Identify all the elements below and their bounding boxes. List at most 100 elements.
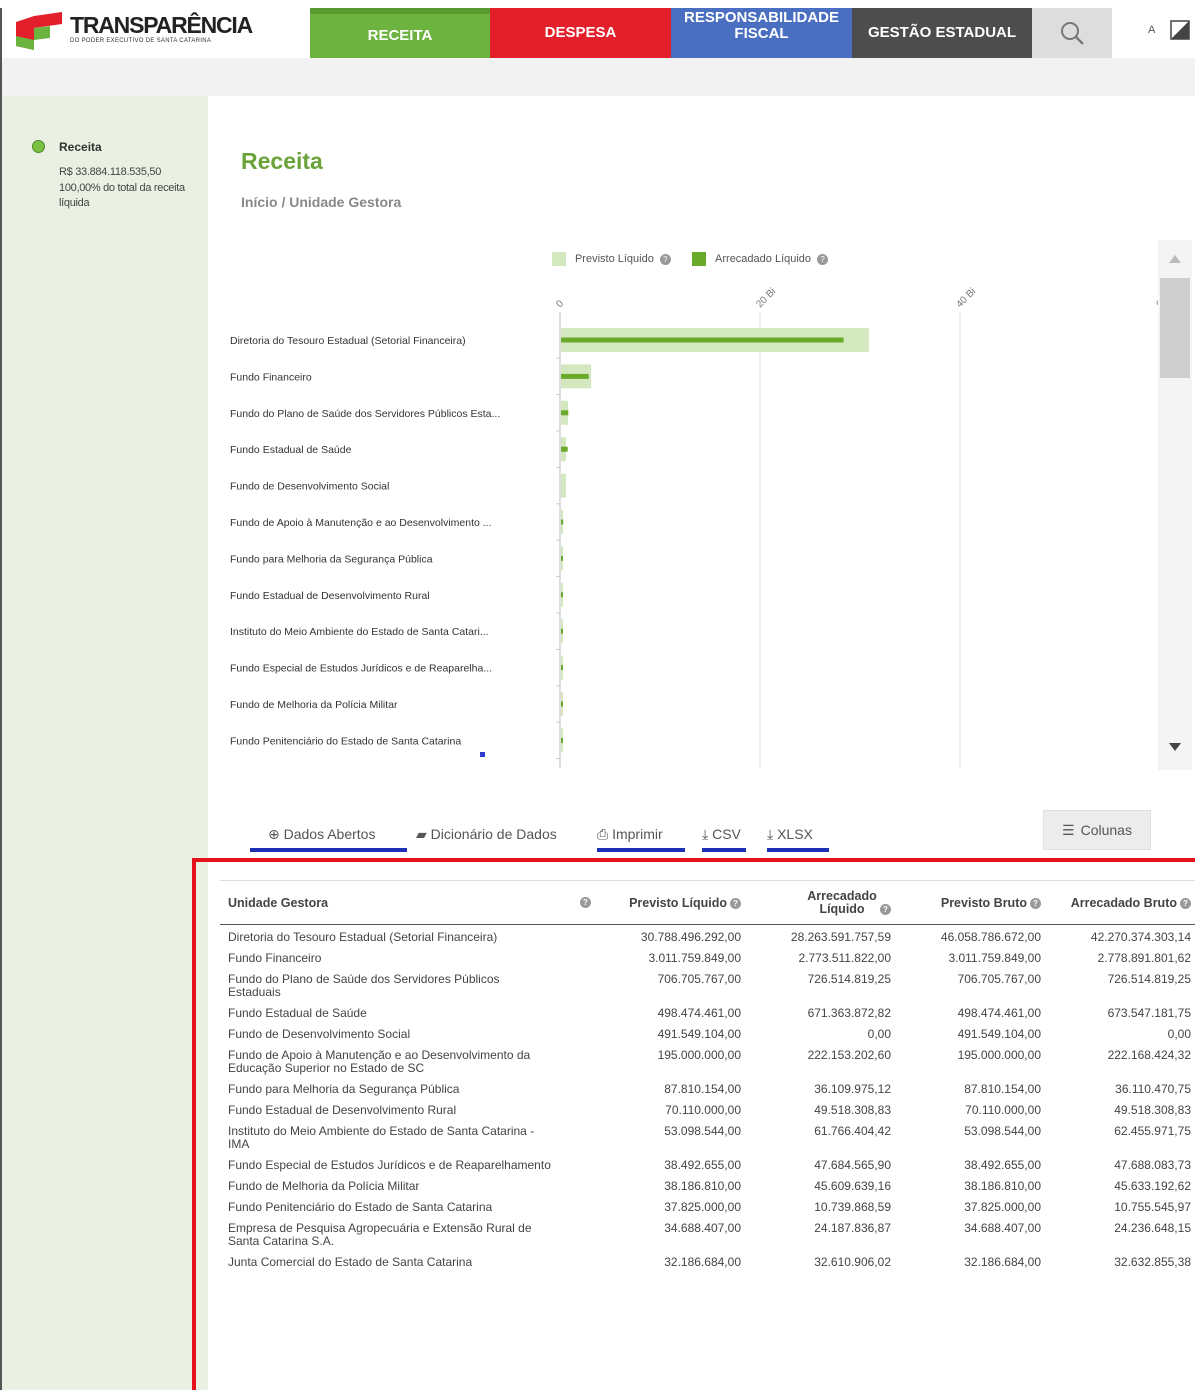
chart-scroll-thumb[interactable] [1160, 278, 1190, 378]
table-row[interactable]: Fundo Penitenciário do Estado de Santa C… [220, 1195, 1195, 1216]
nav-responsabilidade-fiscal[interactable]: RESPONSABILIDADE FISCAL [671, 8, 852, 58]
help-icon[interactable]: ? [1180, 897, 1191, 909]
category-label: Fundo Penitenciário do Estado de Santa C… [230, 735, 461, 747]
bar-previsto-liquido [561, 473, 566, 498]
cell-previsto-bruto: 34.688.407,00 [964, 1221, 1041, 1235]
category-label: Fundo de Desenvolvimento Social [230, 481, 389, 493]
nav-despesa[interactable]: DESPESA [490, 8, 671, 58]
dados-abertos-link[interactable]: ⊕ Dados Abertos [250, 822, 407, 852]
breadcrumb-current: Unidade Gestora [289, 194, 402, 210]
cell-arrecadado-bruto: 42.270.374.303,14 [1090, 930, 1191, 944]
category-label: Fundo de Apoio à Manutenção e ao Desenvo… [230, 517, 492, 529]
cell-previsto-liquido: 32.186.684,00 [664, 1255, 741, 1269]
book-icon: ▰ [416, 826, 427, 842]
cell-arrecadado-bruto: 0,00 [1167, 1027, 1191, 1041]
x-tick-label: 40 Bi [954, 286, 978, 310]
cell-unidade: Fundo de Apoio à Manutenção e ao Desenvo… [228, 1048, 531, 1075]
search-button[interactable] [1032, 8, 1112, 58]
bar-arrecadado-liquido [561, 628, 563, 634]
header-previsto-bruto[interactable]: Previsto Bruto? [895, 880, 1045, 925]
table-row[interactable]: Fundo do Plano de Saúde dos Servidores P… [220, 967, 1195, 1001]
header-previsto-liquido[interactable]: Previsto Líquido? [595, 880, 745, 925]
logo-title: TRANSPARÊNCIA [70, 12, 253, 38]
nav-receita[interactable]: RECEITA [310, 8, 490, 58]
logo-subtitle: DO PODER EXECUTIVO DE SANTA CATARINA [70, 38, 212, 44]
header-arrecadado-bruto[interactable]: Arrecadado Bruto? [1045, 880, 1195, 925]
table-row[interactable]: Junta Comercial do Estado de Santa Catar… [220, 1250, 1195, 1271]
scroll-down-icon[interactable] [1168, 742, 1182, 752]
colunas-button[interactable]: ☰ Colunas [1043, 810, 1151, 850]
table-row[interactable]: Diretoria do Tesouro Estadual (Setorial … [220, 925, 1195, 947]
receita-status-dot-icon[interactable] [32, 140, 45, 153]
sidebar-title[interactable]: Receita [59, 140, 102, 154]
category-label: Fundo para Melhoria da Segurança Pública [230, 553, 433, 565]
cell-previsto-bruto: 195.000.000,00 [957, 1048, 1041, 1062]
cell-arrecadado-bruto: 673.547.181,75 [1107, 1006, 1191, 1020]
cell-previsto-bruto: 706.705.767,00 [957, 972, 1041, 986]
table-row[interactable]: Fundo de Melhoria da Polícia Militar 38.1… [220, 1174, 1195, 1195]
header-arrecadado-liquido[interactable]: Arrecadado Líquido? [745, 880, 895, 925]
cell-arrecadado-liquido: 2.773.511.822,00 [798, 951, 891, 965]
list-icon: ☰ [1062, 821, 1075, 838]
help-icon[interactable]: ? [880, 903, 891, 915]
help-icon[interactable]: ? [580, 896, 591, 908]
site-logo[interactable]: TRANSPARÊNCIA DO PODER EXECUTIVO DE SANT… [12, 12, 302, 52]
tab-underline [767, 848, 829, 852]
page-title: Receita [241, 148, 323, 174]
csv-link[interactable]: ⤓ CSV [702, 822, 746, 852]
imprimir-link[interactable]: ⎙ Imprimir [597, 822, 685, 852]
category-label: Fundo do Plano de Saúde dos Servidores P… [230, 408, 500, 420]
table-row[interactable]: Fundo Financeiro 3.011.759.849,00 2.773.51… [220, 946, 1195, 967]
cell-arrecadado-liquido: 45.609.639,16 [814, 1179, 891, 1193]
contrast-icon[interactable] [1170, 20, 1190, 40]
table-row[interactable]: Fundo de Apoio à Manutenção e ao Desenvo… [220, 1043, 1195, 1077]
cell-previsto-bruto: 37.825.000,00 [964, 1200, 1041, 1214]
table-body: Diretoria do Tesouro Estadual (Setorial … [220, 925, 1195, 1272]
cell-previsto-bruto: 38.186.810,00 [964, 1179, 1041, 1193]
xlsx-link[interactable]: ⤓ XLSX [767, 822, 829, 852]
colunas-label: Colunas [1080, 822, 1132, 838]
site-header: TRANSPARÊNCIA DO PODER EXECUTIVO DE SANT… [0, 8, 1195, 58]
breadcrumb-home[interactable]: Início [241, 194, 278, 210]
cell-previsto-bruto: 46.058.786.672,00 [940, 930, 1041, 944]
category-label: Fundo de Melhoria da Polícia Militar [230, 699, 398, 711]
xlsx-label: XLSX [777, 826, 813, 842]
table-row[interactable]: Fundo Especial de Estudos Jurídicos e de… [220, 1153, 1195, 1174]
tab-underline [250, 848, 407, 852]
table-row[interactable]: Fundo de Desenvolvimento Social 491.549.1… [220, 1022, 1195, 1043]
dicionario-link[interactable]: ▰ Dicionário de Dados [416, 822, 557, 852]
nav-gestao-estadual[interactable]: GESTÃO ESTADUAL [852, 8, 1032, 58]
table-row[interactable]: Fundo Estadual de Saúde 498.474.461,00 671… [220, 1001, 1195, 1022]
imprimir-label: Imprimir [612, 826, 663, 842]
scroll-up-icon[interactable] [1168, 254, 1182, 264]
help-icon[interactable]: ? [1030, 897, 1041, 909]
font-size-icon[interactable]: A [1148, 24, 1155, 36]
cell-arrecadado-bruto: 10.755.545,97 [1114, 1200, 1191, 1214]
data-table: Unidade Gestora ? Previsto Líquido? Arre… [220, 880, 1195, 1271]
cell-unidade: Fundo Especial de Estudos Jurídicos e de… [228, 1158, 551, 1172]
cell-arrecadado-liquido: 0,00 [867, 1027, 891, 1041]
table-row[interactable]: Empresa de Pesquisa Agropecuária e Exten… [220, 1216, 1195, 1250]
table-row[interactable]: Fundo Estadual de Desenvolvimento Rural 7… [220, 1098, 1195, 1119]
header-unidade-gestora[interactable]: Unidade Gestora ? [220, 880, 595, 925]
cell-previsto-liquido: 3.011.759.849,00 [648, 951, 741, 965]
cell-previsto-bruto: 32.186.684,00 [964, 1255, 1041, 1269]
cell-arrecadado-liquido: 10.739.868,59 [814, 1200, 891, 1214]
search-icon [1061, 22, 1084, 45]
help-icon[interactable]: ? [730, 897, 741, 909]
cell-arrecadado-liquido: 726.514.819,25 [807, 972, 891, 986]
table-header-row: Unidade Gestora ? Previsto Líquido? Arre… [220, 880, 1195, 925]
bar-arrecadado-liquido [561, 701, 563, 707]
sidebar-percent: 100,00% do total da receita líquida [59, 182, 185, 209]
bar-arrecadado-liquido [561, 410, 569, 416]
cell-previsto-bruto: 70.110.000,00 [965, 1103, 1041, 1117]
dicionario-label: Dicionário de Dados [430, 826, 557, 842]
table-row[interactable]: Instituto do Meio Ambiente do Estado de … [220, 1119, 1195, 1153]
cell-arrecadado-liquido: 49.518.308,83 [814, 1103, 891, 1117]
cell-previsto-liquido: 30.788.496.292,00 [640, 930, 741, 944]
cell-unidade: Fundo de Desenvolvimento Social [228, 1027, 411, 1041]
cell-arrecadado-liquido: 28.263.591.757,59 [790, 930, 891, 944]
bar-arrecadado-liquido [561, 446, 568, 452]
table-row[interactable]: Fundo para Melhoria da Segurança Pública… [220, 1077, 1195, 1098]
cell-unidade: Junta Comercial do Estado de Santa Catar… [228, 1255, 473, 1269]
